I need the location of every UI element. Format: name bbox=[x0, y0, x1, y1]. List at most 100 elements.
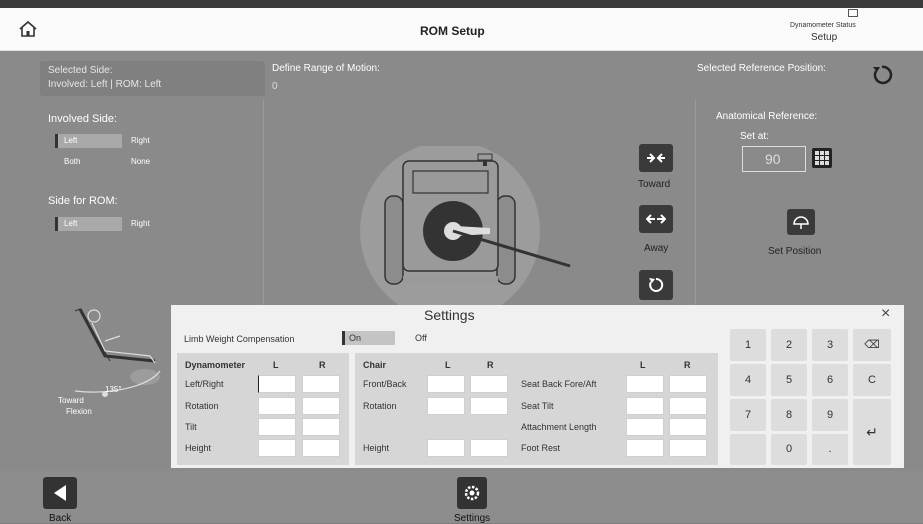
settings-label[interactable]: Settings bbox=[454, 513, 490, 524]
key-clear[interactable]: C bbox=[853, 364, 891, 396]
seat-tilt-R-input[interactable] bbox=[669, 397, 707, 415]
chair-panel: Chair L R L R Front/Back Rotation Height… bbox=[355, 353, 718, 465]
dynamometer-diagram bbox=[355, 141, 580, 321]
chair-front-back-L-input[interactable] bbox=[427, 375, 465, 393]
dyn-height-L-input[interactable] bbox=[258, 439, 296, 457]
header-bar: ROM Setup Dynamometer Status Setup bbox=[0, 8, 923, 51]
chair-front-back-R-input[interactable] bbox=[470, 375, 508, 393]
gear-icon bbox=[463, 484, 481, 507]
set-position-button[interactable] bbox=[787, 209, 815, 235]
rom-left-option[interactable]: Left bbox=[55, 217, 122, 231]
set-at-label: Set at: bbox=[740, 131, 769, 142]
set-at-value: 90 bbox=[765, 151, 781, 167]
home-icon[interactable] bbox=[18, 20, 38, 38]
protractor-icon bbox=[793, 214, 809, 235]
key-0[interactable]: 0 bbox=[771, 434, 807, 465]
chair-rotation-R-input[interactable] bbox=[470, 397, 508, 415]
away-button[interactable] bbox=[639, 205, 673, 233]
dyn-row-label: Left/Right bbox=[185, 379, 224, 389]
chair2-row-label: Seat Tilt bbox=[521, 401, 554, 411]
anatomical-reference-label: Anatomical Reference: bbox=[716, 111, 818, 122]
involved-both-option[interactable]: Both bbox=[64, 157, 80, 166]
involved-left-option[interactable]: Left bbox=[55, 134, 122, 148]
chair-row-label: Height bbox=[363, 443, 390, 453]
chair2-row-label: Seat Back Fore/Aft bbox=[521, 379, 597, 389]
rom-right-option[interactable]: Right bbox=[131, 219, 150, 228]
toward-button[interactable] bbox=[639, 144, 673, 172]
away-label[interactable]: Away bbox=[644, 243, 668, 254]
dynamometer-panel: Dynamometer L R Left/Right Rotation Tilt… bbox=[177, 353, 349, 465]
toward-icon bbox=[646, 151, 666, 170]
dyn-header: Dynamometer bbox=[185, 360, 246, 370]
key-8[interactable]: 8 bbox=[771, 399, 807, 431]
system-bar bbox=[0, 0, 923, 8]
dyn-rotation-R-input[interactable] bbox=[302, 397, 340, 415]
involved-side-title: Involved Side: bbox=[48, 113, 118, 125]
back-button[interactable] bbox=[43, 477, 77, 509]
foot-rest-L-input[interactable] bbox=[626, 439, 664, 457]
page-title: ROM Setup bbox=[420, 24, 485, 38]
dyn-rotation-L-input[interactable] bbox=[258, 397, 296, 415]
dyn-height-R-input[interactable] bbox=[302, 439, 340, 457]
toward-label[interactable]: Toward bbox=[638, 179, 670, 190]
reset-icon[interactable] bbox=[870, 63, 894, 87]
chair-height-R-input[interactable] bbox=[470, 439, 508, 457]
lwc-off-option[interactable]: Off bbox=[415, 333, 427, 343]
keypad: × 1 2 3 ⌫ 4 5 6 C 7 8 9 ↵ 0 . bbox=[724, 305, 904, 468]
lwc-on-option[interactable]: On bbox=[342, 331, 395, 345]
key-4[interactable]: 4 bbox=[730, 364, 766, 396]
define-rom-value: 0 bbox=[272, 81, 278, 92]
dyn-R-header: R bbox=[319, 360, 326, 370]
key-9[interactable]: 9 bbox=[812, 399, 848, 431]
chair-height-L-input[interactable] bbox=[427, 439, 465, 457]
chair-row-label: Rotation bbox=[363, 401, 397, 411]
back-label[interactable]: Back bbox=[49, 513, 71, 524]
angle-label: 135° bbox=[105, 385, 122, 394]
settings-dialog: Settings Limb Weight Compensation On Off… bbox=[171, 305, 724, 468]
dyn-tilt-L-input[interactable] bbox=[258, 418, 296, 436]
footer-bar: Back Settings bbox=[0, 471, 923, 524]
dyn-left-right-R-input[interactable] bbox=[302, 375, 340, 393]
attachment-length-R-input[interactable] bbox=[669, 418, 707, 436]
attachment-length-L-input[interactable] bbox=[626, 418, 664, 436]
chair2-row-label: Attachment Length bbox=[521, 422, 597, 432]
dyn-row-label: Rotation bbox=[185, 401, 219, 411]
seat-back-L-input[interactable] bbox=[626, 375, 664, 393]
foot-rest-R-input[interactable] bbox=[669, 439, 707, 457]
dyn-row-label: Tilt bbox=[185, 422, 197, 432]
away-icon bbox=[645, 212, 667, 231]
rotate-icon bbox=[647, 276, 665, 299]
status-value: Setup bbox=[811, 32, 838, 43]
seat-back-R-input[interactable] bbox=[669, 375, 707, 393]
motion-label: Flexion bbox=[66, 407, 92, 416]
key-decimal[interactable]: . bbox=[812, 434, 848, 465]
key-1[interactable]: 1 bbox=[730, 329, 766, 361]
close-icon[interactable]: × bbox=[881, 305, 890, 323]
key-backspace[interactable]: ⌫ bbox=[853, 329, 891, 361]
key-5[interactable]: 5 bbox=[771, 364, 807, 396]
dyn-tilt-R-input[interactable] bbox=[302, 418, 340, 436]
chair2-R-header: R bbox=[684, 360, 691, 370]
settings-title: Settings bbox=[424, 307, 475, 323]
key-6[interactable]: 6 bbox=[812, 364, 848, 396]
chair2-L-header: L bbox=[640, 360, 646, 370]
seat-tilt-L-input[interactable] bbox=[626, 397, 664, 415]
key-blank bbox=[730, 434, 766, 465]
selected-reference-label: Selected Reference Position: bbox=[697, 63, 826, 74]
key-enter[interactable]: ↵ bbox=[853, 399, 891, 465]
key-7[interactable]: 7 bbox=[730, 399, 766, 431]
key-2[interactable]: 2 bbox=[771, 329, 807, 361]
key-3[interactable]: 3 bbox=[812, 329, 848, 361]
status-icon bbox=[848, 9, 858, 17]
chair-L-header: L bbox=[445, 360, 451, 370]
rotate-button[interactable] bbox=[639, 270, 673, 300]
settings-button[interactable] bbox=[457, 477, 487, 509]
chair-rotation-L-input[interactable] bbox=[427, 397, 465, 415]
set-at-field[interactable]: 90 bbox=[742, 146, 806, 172]
calculator-icon[interactable] bbox=[812, 148, 832, 168]
set-position-label[interactable]: Set Position bbox=[768, 246, 821, 257]
selected-side-label: Selected Side: bbox=[48, 65, 113, 76]
involved-right-option[interactable]: Right bbox=[131, 136, 150, 145]
dyn-left-right-L-input[interactable] bbox=[258, 375, 296, 393]
involved-none-option[interactable]: None bbox=[131, 157, 150, 166]
